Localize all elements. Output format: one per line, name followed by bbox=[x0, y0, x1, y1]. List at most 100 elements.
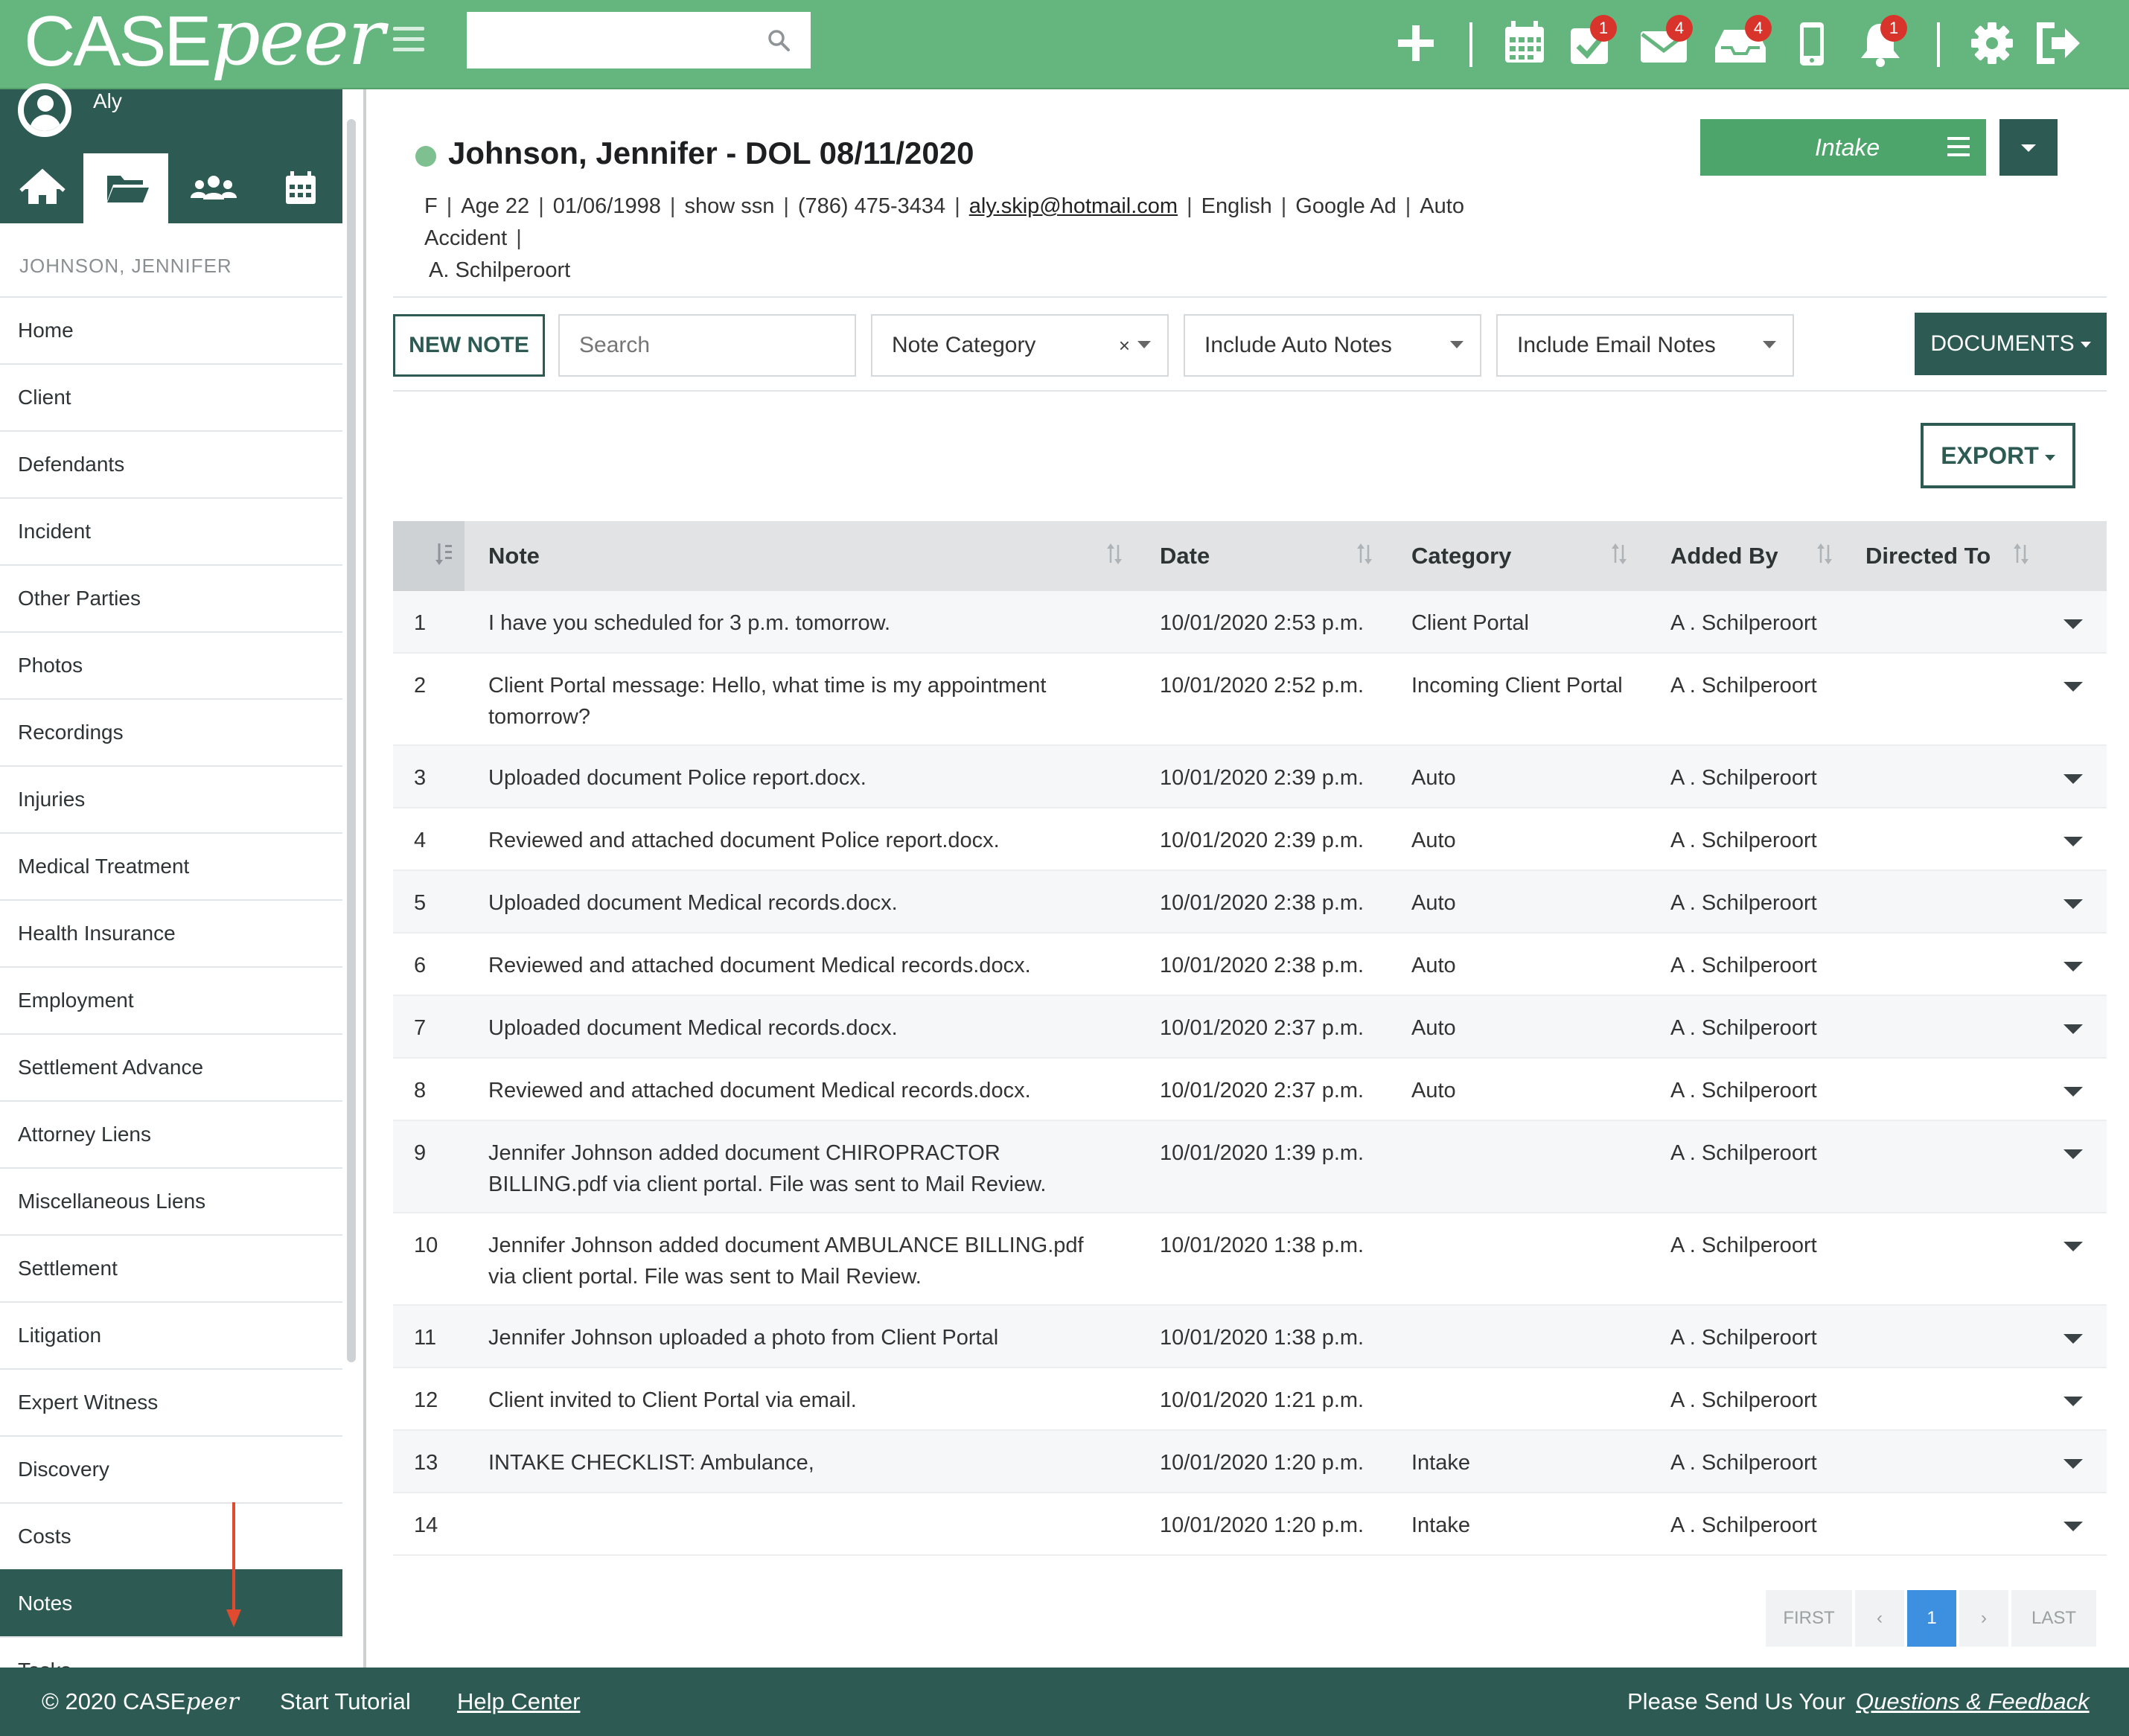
casepeer-logo[interactable]: CASE peer bbox=[24, 0, 385, 89]
sidebar-item-attorney-liens[interactable]: Attorney Liens bbox=[0, 1100, 342, 1167]
row-expand-icon[interactable] bbox=[2063, 899, 2083, 909]
case-stage-button[interactable]: Intake bbox=[1700, 119, 1986, 176]
table-row[interactable]: 11 Jennifer Johnson uploaded a photo from… bbox=[393, 1306, 2107, 1368]
new-note-button[interactable]: NEW NOTE bbox=[393, 314, 545, 377]
row-expand-icon[interactable] bbox=[2063, 1087, 2083, 1097]
documents-button[interactable]: DOCUMENTS bbox=[1915, 313, 2107, 375]
sidebar-item-costs[interactable]: Costs bbox=[0, 1502, 342, 1569]
col-header-date[interactable]: Date bbox=[1160, 521, 1210, 591]
feedback-link-text[interactable]: Questions & Feedback bbox=[1856, 1688, 2090, 1714]
note-category-select[interactable]: Note Category × bbox=[871, 314, 1169, 377]
meta-phone[interactable]: (786) 475-3434 bbox=[798, 194, 945, 218]
auto-notes-select[interactable]: Include Auto Notes bbox=[1184, 314, 1481, 377]
help-center-link[interactable]: Help Center bbox=[457, 1688, 580, 1715]
add-icon[interactable] bbox=[1392, 18, 1440, 68]
table-row[interactable]: 9 Jennifer Johnson added document CHIROPR… bbox=[393, 1121, 2107, 1213]
row-expand-icon[interactable] bbox=[2063, 1149, 2083, 1159]
tasks-icon[interactable]: 1 bbox=[1566, 15, 1617, 68]
sidebar-item-medical-treatment[interactable]: Medical Treatment bbox=[0, 832, 342, 899]
global-search-input[interactable] bbox=[467, 12, 811, 68]
row-expand-icon[interactable] bbox=[2063, 1397, 2083, 1406]
hamburger-menu-icon[interactable] bbox=[393, 27, 424, 52]
start-tutorial-link[interactable]: Start Tutorial bbox=[280, 1688, 411, 1715]
row-expand-icon[interactable] bbox=[2063, 962, 2083, 971]
table-row[interactable]: 13 INTAKE CHECKLIST: Ambulance, 10/01/2020… bbox=[393, 1431, 2107, 1493]
feedback-link[interactable]: Questions & Feedback bbox=[1856, 1688, 2090, 1715]
help-center-text[interactable]: Help Center bbox=[457, 1688, 580, 1714]
col-header-note[interactable]: Note bbox=[488, 521, 540, 591]
table-row[interactable]: 14 10/01/2020 1:20 p.m. Intake A . Schilper… bbox=[393, 1493, 2107, 1556]
row-expand-icon[interactable] bbox=[2063, 1242, 2083, 1251]
sidebar-item-employment[interactable]: Employment bbox=[0, 966, 342, 1033]
table-row[interactable]: 8 Reviewed and attached document Medical … bbox=[393, 1059, 2107, 1121]
table-row[interactable]: 10 Jennifer Johnson added document AMBULA… bbox=[393, 1213, 2107, 1306]
table-row[interactable]: 2 Client Portal message: Hello, what time… bbox=[393, 654, 2107, 746]
sidebar-item-health-insurance[interactable]: Health Insurance bbox=[0, 899, 342, 966]
table-row[interactable]: 4 Reviewed and attached document Police r… bbox=[393, 808, 2107, 871]
table-row[interactable]: 7 Uploaded document Medical records.docx.… bbox=[393, 996, 2107, 1059]
table-row[interactable]: 5 Uploaded document Medical records.docx.… bbox=[393, 871, 2107, 934]
tab-calendar[interactable] bbox=[258, 153, 342, 223]
stage-dropdown-button[interactable] bbox=[1999, 119, 2058, 176]
row-expand-icon[interactable] bbox=[2063, 1459, 2083, 1469]
row-expand-icon[interactable] bbox=[2063, 682, 2083, 692]
page-prev-button[interactable]: ‹ bbox=[1855, 1590, 1904, 1647]
row-expand-icon[interactable] bbox=[2063, 837, 2083, 846]
clear-icon[interactable]: × bbox=[1119, 316, 1130, 375]
sidebar-scrollbar[interactable] bbox=[347, 119, 356, 1362]
sidebar-item-miscellaneous-liens[interactable]: Miscellaneous Liens bbox=[0, 1167, 342, 1234]
sidebar-item-client[interactable]: Client bbox=[0, 363, 342, 430]
table-row[interactable]: 12 Client invited to Client Portal via em… bbox=[393, 1368, 2107, 1431]
email-notes-select[interactable]: Include Email Notes bbox=[1496, 314, 1794, 377]
logout-icon[interactable] bbox=[2032, 18, 2084, 68]
table-row[interactable]: 3 Uploaded document Police report.docx. 10… bbox=[393, 746, 2107, 808]
tab-home[interactable] bbox=[0, 153, 85, 223]
page-last-button[interactable]: LAST bbox=[2011, 1590, 2096, 1647]
meta-email-link[interactable]: aly.skip@hotmail.com bbox=[969, 194, 1178, 218]
avatar[interactable] bbox=[18, 83, 71, 137]
sidebar-item-home[interactable]: Home bbox=[0, 296, 342, 363]
gear-icon[interactable] bbox=[1968, 18, 2016, 68]
mobile-icon[interactable] bbox=[1794, 18, 1830, 68]
bell-icon[interactable]: 1 bbox=[1857, 15, 1907, 68]
col-header-category[interactable]: Category bbox=[1411, 521, 1511, 591]
show-ssn-link[interactable]: show ssn bbox=[684, 194, 774, 218]
sidebar-item-injuries[interactable]: Injuries bbox=[0, 765, 342, 832]
col-header-directed-to[interactable]: Directed To bbox=[1865, 521, 1991, 591]
sidebar-item-photos[interactable]: Photos bbox=[0, 631, 342, 698]
sidebar-item-defendants[interactable]: Defendants bbox=[0, 430, 342, 497]
sidebar-item-expert-witness[interactable]: Expert Witness bbox=[0, 1368, 342, 1435]
table-row[interactable]: 1 I have you scheduled for 3 p.m. tomorro… bbox=[393, 591, 2107, 654]
sidebar-item-discovery[interactable]: Discovery bbox=[0, 1435, 342, 1502]
sidebar-item-recordings[interactable]: Recordings bbox=[0, 698, 342, 765]
page-next-button[interactable]: › bbox=[1959, 1590, 2008, 1647]
sidebar-item-incident[interactable]: Incident bbox=[0, 497, 342, 564]
search-icon[interactable] bbox=[765, 27, 792, 54]
sort-icon[interactable] bbox=[1106, 542, 1123, 566]
row-expand-icon[interactable] bbox=[2063, 1522, 2083, 1531]
row-expand-icon[interactable] bbox=[2063, 1334, 2083, 1344]
sort-icon[interactable] bbox=[1356, 542, 1373, 566]
row-expand-icon[interactable] bbox=[2063, 1024, 2083, 1034]
sidebar-item-litigation[interactable]: Litigation bbox=[0, 1301, 342, 1368]
sort-icon[interactable] bbox=[1611, 542, 1627, 566]
page-1-button[interactable]: 1 bbox=[1907, 1590, 1956, 1647]
sidebar-item-other-parties[interactable]: Other Parties bbox=[0, 564, 342, 631]
row-number-header[interactable] bbox=[393, 521, 465, 591]
table-row[interactable]: 6 Reviewed and attached document Medical … bbox=[393, 934, 2107, 996]
export-button[interactable]: EXPORT bbox=[1921, 423, 2075, 488]
calendar-icon[interactable] bbox=[1501, 18, 1548, 68]
sidebar-item-settlement-advance[interactable]: Settlement Advance bbox=[0, 1033, 342, 1100]
page-first-button[interactable]: FIRST bbox=[1766, 1590, 1852, 1647]
sidebar-item-settlement[interactable]: Settlement bbox=[0, 1234, 342, 1301]
tab-contacts[interactable] bbox=[171, 153, 256, 223]
col-header-added-by[interactable]: Added By bbox=[1670, 521, 1778, 591]
sidebar-item-notes[interactable]: Notes bbox=[0, 1569, 342, 1636]
inbox-icon[interactable]: 4 bbox=[1712, 15, 1772, 68]
row-expand-icon[interactable] bbox=[2063, 619, 2083, 629]
sort-icon[interactable] bbox=[2013, 542, 2029, 566]
sort-icon[interactable] bbox=[1816, 542, 1833, 566]
row-expand-icon[interactable] bbox=[2063, 774, 2083, 784]
tab-files[interactable] bbox=[83, 153, 168, 223]
mail-icon[interactable]: 4 bbox=[1638, 15, 1693, 68]
